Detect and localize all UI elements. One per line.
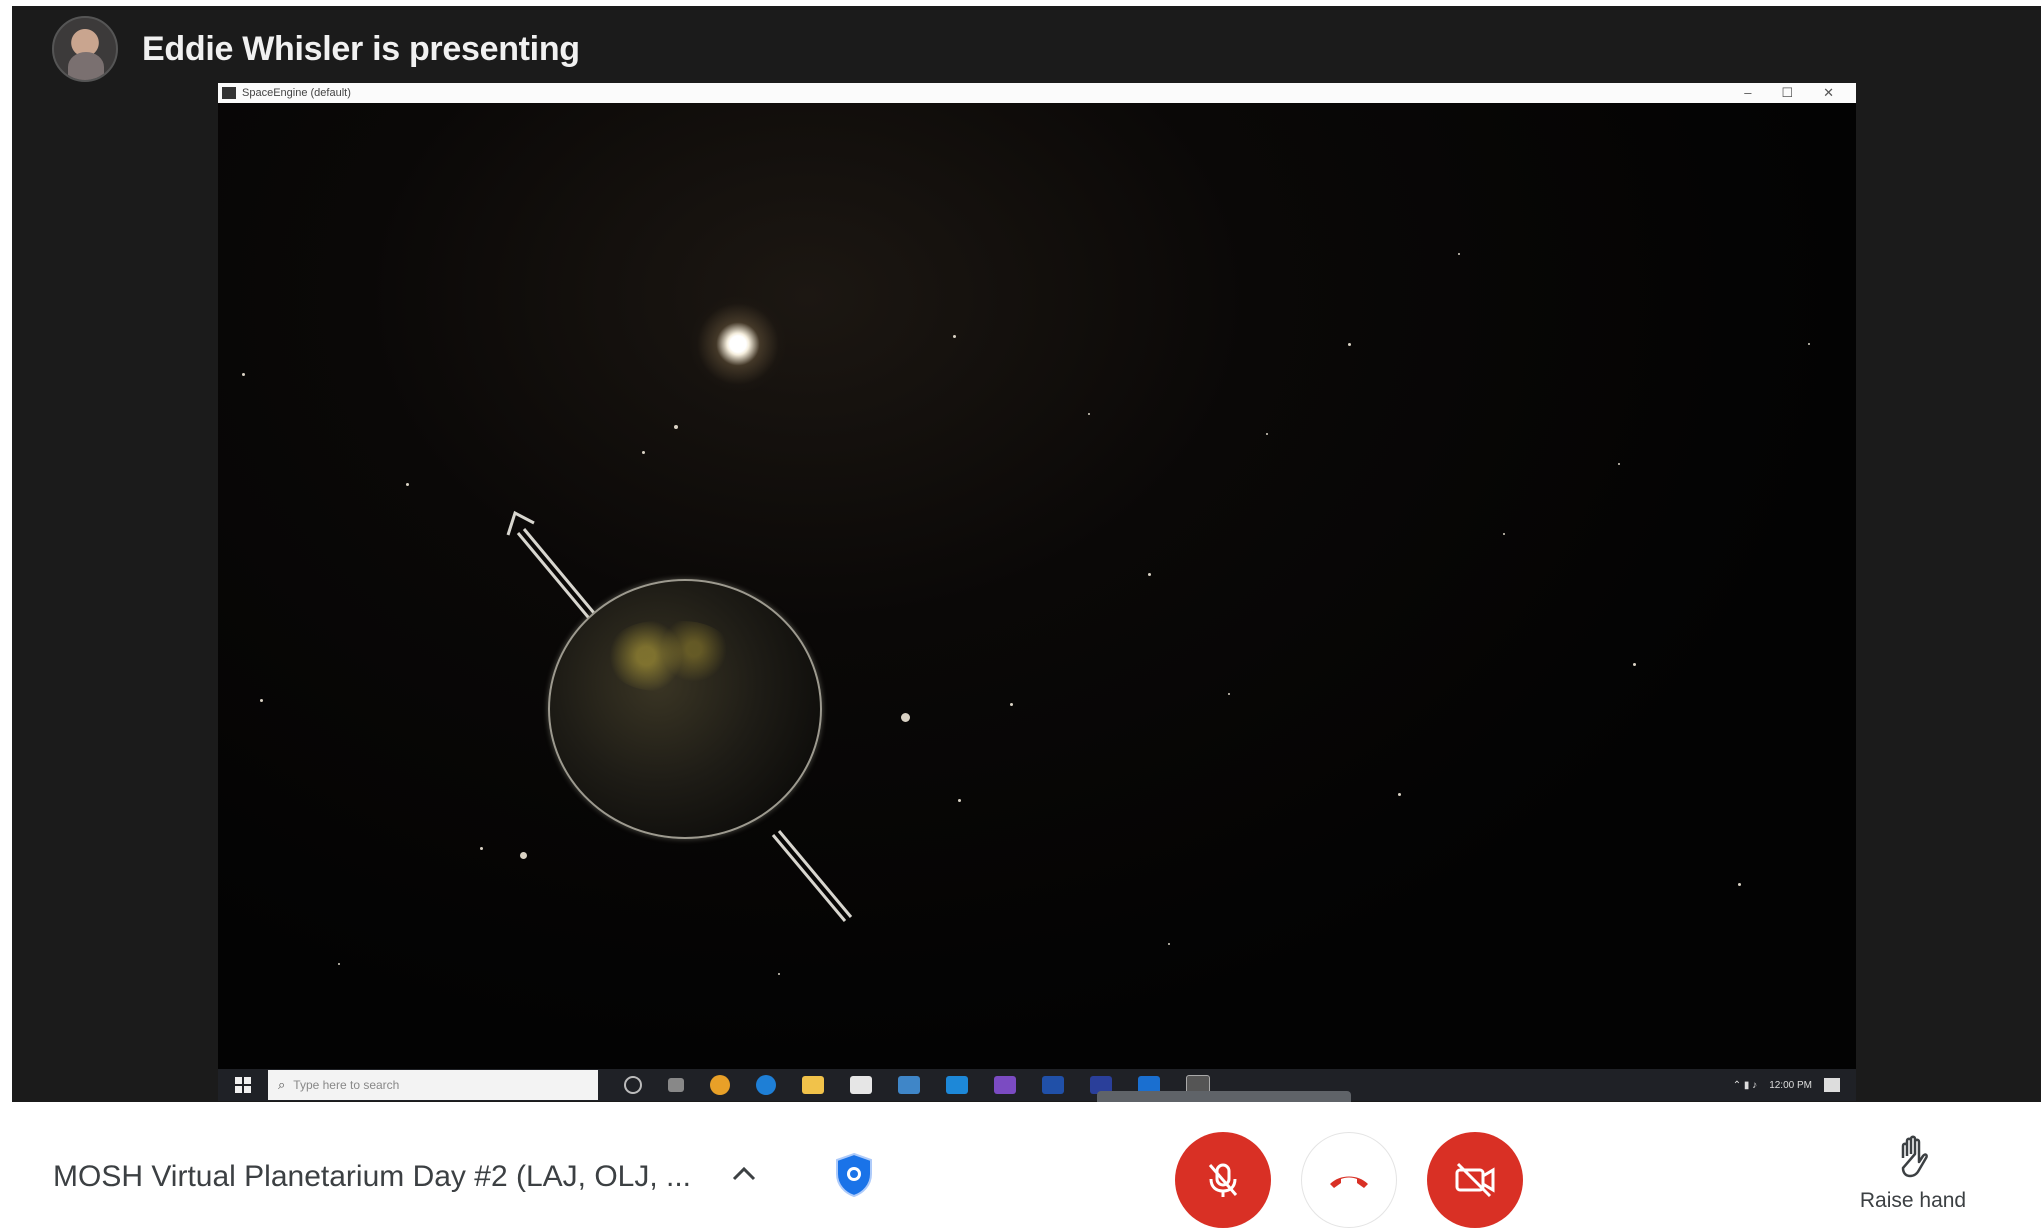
tray-icons: ⌃ ▮ ♪	[1732, 1079, 1758, 1091]
camera-toggle-button[interactable]	[1427, 1132, 1523, 1228]
star	[1633, 663, 1636, 666]
mail-icon	[946, 1076, 968, 1094]
windows-start-icon	[230, 1072, 256, 1098]
star	[1398, 793, 1401, 796]
star	[1148, 573, 1151, 576]
star	[778, 973, 780, 975]
microphone-toggle-button[interactable]	[1175, 1132, 1271, 1228]
star	[1618, 463, 1620, 465]
search-icon: ⌕	[278, 1077, 286, 1092]
star	[242, 373, 245, 376]
camera-off-icon	[1455, 1162, 1495, 1198]
star	[1010, 703, 1013, 706]
edge-icon	[756, 1075, 776, 1095]
maximize-icon: ☐	[1781, 85, 1794, 100]
store-icon	[850, 1076, 872, 1094]
meeting-title[interactable]: MOSH Virtual Planetarium Day #2 (LAJ, OL…	[53, 1160, 691, 1194]
star	[1808, 343, 1810, 345]
star	[1088, 413, 1090, 415]
star	[1168, 943, 1170, 945]
chrome-icon	[710, 1075, 730, 1095]
star	[406, 483, 409, 486]
star	[674, 425, 678, 429]
star	[1228, 693, 1230, 695]
shared-screen: SpaceEngine (default) – ☐ ✕ ⌕ Type here …	[218, 83, 1856, 1101]
meeting-control-bar: MOSH Virtual Planetarium Day #2 (LAJ, OL…	[0, 1102, 2041, 1228]
app-icon-purple	[994, 1076, 1016, 1094]
windows-taskbar: ⌕ Type here to search ⌃ ▮ ♪ 12:00 PM	[218, 1069, 1856, 1101]
star	[520, 852, 527, 859]
file-explorer-icon	[802, 1076, 824, 1094]
space-view	[218, 103, 1856, 1069]
star	[1348, 343, 1351, 346]
shared-window-title: SpaceEngine (default)	[242, 87, 351, 99]
presenter-avatar	[52, 16, 118, 82]
raise-hand-label: Raise hand	[1859, 1189, 1967, 1212]
earth-planet	[548, 579, 822, 839]
star	[642, 451, 645, 454]
raise-hand-button[interactable]: Raise hand	[1848, 1134, 1978, 1213]
city-lights	[610, 621, 730, 691]
rotation-axis	[506, 510, 853, 922]
presenter-header: Eddie Whisler is presenting	[52, 14, 580, 84]
app-icon	[222, 87, 236, 99]
star	[480, 847, 483, 850]
taskbar-search-box: ⌕ Type here to search	[268, 1070, 598, 1100]
microphone-off-icon	[1208, 1163, 1238, 1197]
presenter-label: Eddie Whisler is presenting	[142, 29, 580, 68]
taskbar-search-placeholder: Type here to search	[293, 1078, 400, 1092]
task-view-icon	[668, 1078, 684, 1092]
close-icon: ✕	[1823, 85, 1834, 100]
app-icon-blue	[1042, 1076, 1064, 1094]
star	[1458, 253, 1460, 255]
star	[1738, 883, 1741, 886]
star	[958, 799, 961, 802]
star	[338, 963, 340, 965]
steam-icon	[898, 1076, 920, 1094]
shared-window-titlebar: SpaceEngine (default) – ☐ ✕	[218, 83, 1856, 103]
star	[1266, 433, 1268, 435]
tray-clock: 12:00 PM	[1769, 1079, 1812, 1091]
minimize-icon: –	[1744, 85, 1752, 100]
star	[1503, 533, 1505, 535]
leave-call-button[interactable]	[1301, 1132, 1397, 1228]
hang-up-icon	[1330, 1176, 1368, 1188]
chevron-up-icon[interactable]	[728, 1158, 760, 1190]
hand-icon	[1901, 1135, 1928, 1178]
shield-icon[interactable]	[834, 1152, 874, 1198]
star	[953, 335, 956, 338]
star	[260, 699, 263, 702]
notification-icon	[1824, 1078, 1840, 1092]
system-tray: ⌃ ▮ ♪ 12:00 PM	[1733, 1078, 1840, 1092]
cortana-icon	[624, 1076, 642, 1094]
star	[901, 713, 910, 722]
